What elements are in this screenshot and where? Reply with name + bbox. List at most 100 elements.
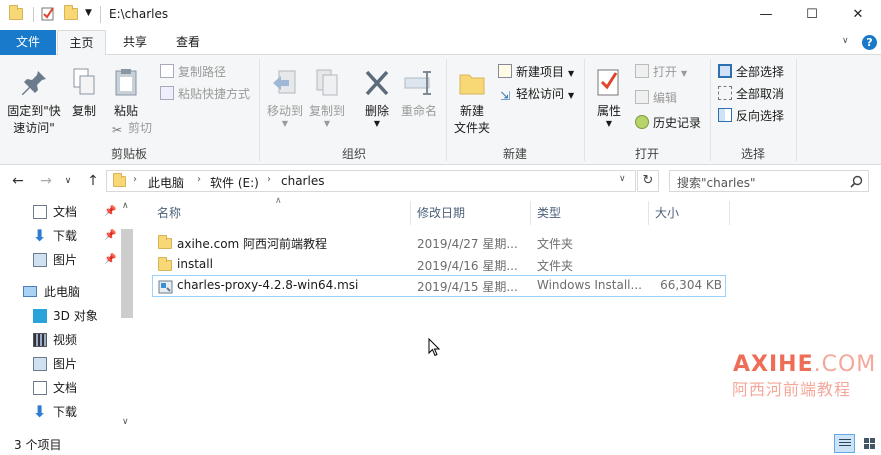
ribbon-home: 固定到"快 速访问" 复制 粘贴 复制路径 粘贴快捷方式 ✂ 剪切 剪贴板 移动到… [0, 55, 881, 165]
copy-to-label: 复制到 [308, 104, 345, 118]
file-row[interactable]: charles-proxy-4.2.8-win64.msi 2019/4/15 … [152, 275, 726, 297]
paste-button[interactable]: 粘贴 [106, 67, 146, 120]
select-all-button[interactable]: 全部选择 [718, 62, 784, 82]
group-separator [446, 59, 447, 161]
column-header-size[interactable]: 大小 [655, 203, 679, 223]
search-icon[interactable] [850, 175, 863, 188]
pinned-icon: 📌 [104, 206, 117, 217]
back-arrow-icon[interactable]: ← [8, 171, 28, 191]
address-bar[interactable]: › 此电脑 › 软件 (E:) › charles ∨ [106, 170, 636, 192]
properties-label: 属性 [596, 104, 621, 118]
nav-item-documents[interactable]: 文档 [0, 376, 118, 400]
paste-shortcut-icon [160, 86, 174, 100]
file-name: axihe.com 阿西河前端教程 [177, 237, 328, 251]
breadcrumb-drive-e[interactable]: 软件 (E:) [210, 174, 259, 191]
rename-button[interactable]: 重命名 [397, 67, 441, 120]
column-separator[interactable] [410, 201, 411, 225]
tab-view[interactable]: 查看 [164, 30, 212, 55]
breadcrumb-charles[interactable]: charles [281, 174, 324, 188]
copy-path-label: 复制路径 [178, 65, 227, 79]
msi-installer-icon [158, 280, 173, 294]
cut-label: 剪切 [128, 121, 153, 135]
edit-icon [635, 90, 649, 104]
copy-path-button[interactable]: 复制路径 [160, 62, 226, 82]
edit-button[interactable]: 编辑 [635, 88, 677, 108]
pin-label: 固定到"快 速访问" [7, 104, 61, 135]
new-folder-icon[interactable] [64, 5, 78, 20]
pinned-icon: 📌 [104, 230, 117, 241]
group-label-open: 打开 [634, 147, 659, 161]
collapse-ribbon-chevron-icon[interactable]: ∨ [842, 36, 849, 46]
search-input[interactable]: 搜索"charles" [677, 174, 756, 191]
cut-button[interactable]: ✂ 剪切 [110, 118, 152, 138]
tab-file[interactable]: 文件 [0, 30, 56, 55]
file-name: install [177, 257, 213, 271]
large-icons-view-icon[interactable] [860, 434, 879, 453]
column-separator[interactable] [729, 201, 730, 225]
column-separator[interactable] [530, 201, 531, 225]
copy-path-icon [160, 64, 174, 78]
copy-to-button[interactable]: 复制到 ▼ [306, 67, 348, 128]
file-row[interactable]: axihe.com 阿西河前端教程 2019/4/27 星期... 文件夹 [152, 232, 726, 254]
select-none-button[interactable]: 全部取消 [718, 84, 784, 104]
mouse-cursor-icon [428, 338, 440, 357]
help-icon[interactable]: ? [862, 35, 877, 50]
nav-item-3d-objects[interactable]: 3D 对象 [0, 304, 118, 328]
nav-item-documents[interactable]: 文档 📌 [0, 200, 118, 224]
open-button[interactable]: 打开 ▼ [635, 62, 687, 82]
folder-icon [158, 257, 172, 271]
videos-icon [33, 333, 47, 347]
invert-selection-button[interactable]: 反向选择 [718, 106, 784, 126]
documents-icon [33, 381, 47, 395]
close-button[interactable]: ✕ [835, 0, 881, 30]
address-history-chevron-icon[interactable]: ∨ [619, 174, 626, 184]
properties-check-icon[interactable] [40, 6, 56, 22]
rename-label: 重命名 [400, 104, 437, 118]
copy-button[interactable]: 复制 [66, 67, 102, 120]
delete-button[interactable]: 删除 ▼ [358, 67, 396, 128]
forward-arrow-icon[interactable]: → [36, 171, 56, 191]
nav-item-downloads[interactable]: ⬇ 下载 [0, 400, 118, 424]
properties-button[interactable]: 属性 ▼ [590, 67, 628, 128]
minimize-button[interactable]: — [743, 0, 789, 30]
nav-pane-scroll-thumb[interactable] [121, 229, 133, 318]
nav-item-videos[interactable]: 视频 [0, 328, 118, 352]
history-label: 历史记录 [653, 116, 702, 130]
item-count: 3 个项目 [14, 438, 62, 452]
breadcrumb-this-pc[interactable]: 此电脑 [148, 174, 184, 191]
nav-item-label: 图片 [53, 357, 78, 371]
new-folder-button[interactable]: 新建 文件夹 [450, 67, 494, 137]
scroll-down-chevron-icon[interactable]: ∨ [122, 417, 129, 427]
move-to-button[interactable]: 移动到 ▼ [264, 67, 306, 128]
nav-item-downloads[interactable]: ⬇ 下载 📌 [0, 224, 118, 248]
nav-item-pictures[interactable]: 图片 [0, 352, 118, 376]
tab-home[interactable]: 主页 [57, 30, 106, 56]
column-header-type[interactable]: 类型 [537, 203, 561, 223]
copy-icon [73, 68, 95, 95]
new-item-button[interactable]: 新建项目 ▼ [498, 62, 574, 82]
search-box[interactable]: 搜索"charles" [669, 170, 869, 192]
easy-access-button[interactable]: ⇲ 轻松访问 ▼ [498, 84, 574, 104]
file-type: Windows Install... [537, 278, 642, 292]
watermark-logo: AXIHE.COM [733, 352, 876, 377]
pin-to-quick-access-button[interactable]: 固定到"快 速访问" [4, 67, 64, 137]
up-arrow-icon[interactable]: ↑ [83, 171, 103, 191]
scroll-up-chevron-icon[interactable]: ∧ [122, 201, 129, 211]
column-separator[interactable] [648, 201, 649, 225]
column-header-date[interactable]: 修改日期 [417, 203, 465, 223]
nav-item-this-pc[interactable]: 此电脑 [0, 280, 118, 304]
recent-locations-chevron-icon[interactable]: ∨ [58, 171, 78, 191]
file-row[interactable]: install 2019/4/16 星期... 文件夹 [152, 254, 726, 276]
column-header-name[interactable]: 名称 [157, 203, 181, 223]
paste-shortcut-button[interactable]: 粘贴快捷方式 [160, 84, 250, 104]
select-none-label: 全部取消 [736, 87, 785, 101]
tab-share[interactable]: 共享 [111, 30, 159, 55]
maximize-button[interactable]: ☐ [789, 0, 835, 30]
history-button[interactable]: 历史记录 [635, 113, 701, 133]
nav-item-pictures[interactable]: 图片 📌 [0, 248, 118, 272]
download-icon: ⬇ [33, 226, 47, 245]
nav-item-label: 下载 [53, 229, 78, 243]
refresh-icon[interactable]: ↻ [637, 170, 659, 192]
customize-quick-access-chevron-icon[interactable]: ▼ [85, 8, 92, 18]
details-view-icon[interactable] [834, 434, 855, 453]
